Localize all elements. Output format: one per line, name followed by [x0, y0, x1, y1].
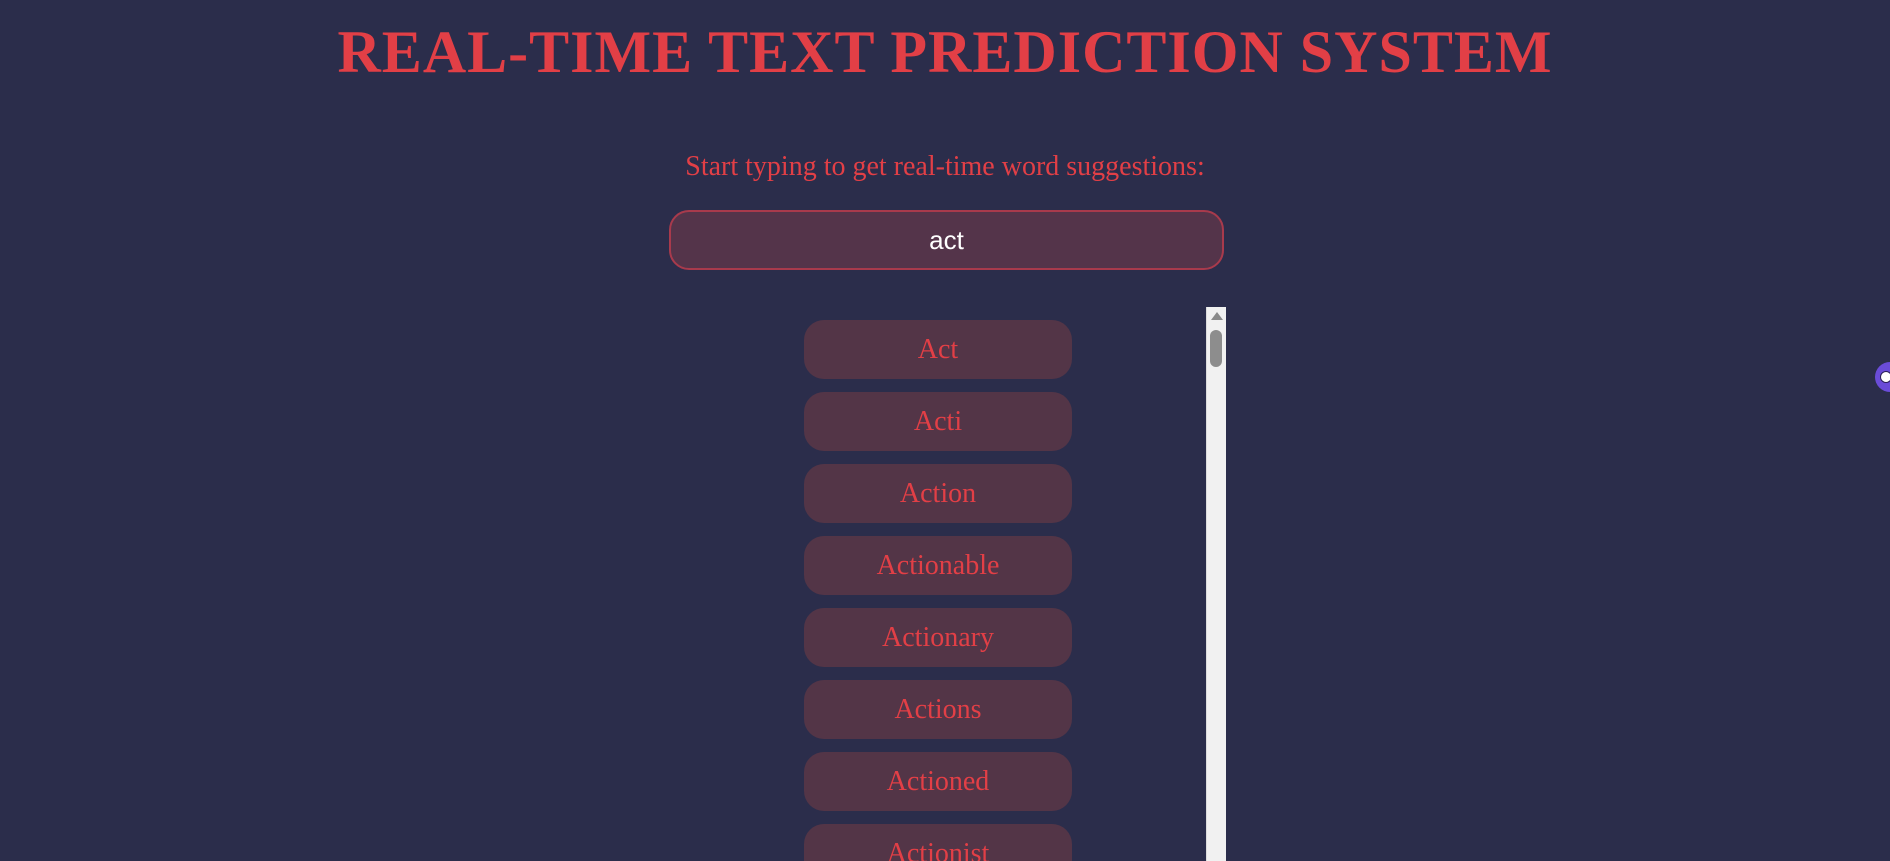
assistant-eye-icon[interactable]: [1875, 362, 1890, 392]
page-title: REAL-TIME TEXT PREDICTION SYSTEM: [337, 19, 1553, 85]
suggestion-item[interactable]: Actionable: [804, 536, 1072, 595]
suggestion-item[interactable]: Act: [804, 320, 1072, 379]
suggestion-item[interactable]: Actioned: [804, 752, 1072, 811]
scroll-thumb[interactable]: [1210, 330, 1222, 367]
eye-icon: [1880, 371, 1890, 383]
scroll-up-icon[interactable]: [1211, 312, 1223, 320]
suggestion-item[interactable]: Actionist: [804, 824, 1072, 861]
suggestion-item[interactable]: Actionary: [804, 608, 1072, 667]
suggestion-scrollbar[interactable]: [1206, 307, 1226, 861]
suggestion-item[interactable]: Acti: [804, 392, 1072, 451]
suggestion-list: Act Acti Action Actionable Actionary Actions A…: [804, 320, 1072, 861]
suggestion-panel[interactable]: Act Acti Action Actionable Actionary Actions A…: [669, 307, 1225, 861]
input-prompt: Start typing to get real-time word sugge…: [685, 151, 1205, 182]
page: REAL-TIME TEXT PREDICTION SYSTEM Start t…: [0, 0, 1890, 861]
suggestion-item[interactable]: Actions: [804, 680, 1072, 739]
text-input[interactable]: [669, 210, 1224, 270]
suggestion-item[interactable]: Action: [804, 464, 1072, 523]
